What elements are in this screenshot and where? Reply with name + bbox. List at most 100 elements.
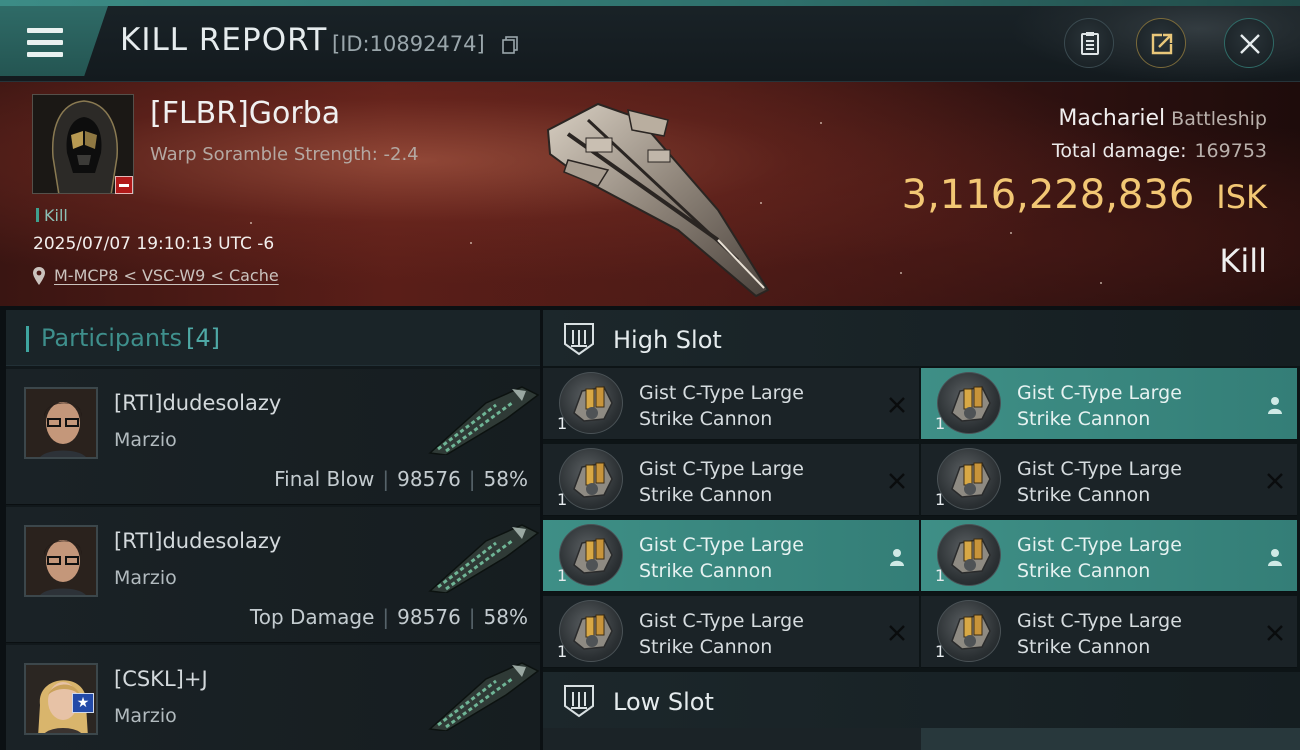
module-item[interactable]: 1 Gist C-Type Large Strike Cannon <box>543 368 919 440</box>
low-slot-icon <box>564 685 594 718</box>
separator: | <box>468 605 476 629</box>
module-item[interactable]: 1 Gist C-Type Large Strike Cannon <box>921 596 1297 668</box>
person-icon[interactable] <box>887 547 907 567</box>
kill-location-link[interactable]: M-MCP8 < VSC-W9 < Cache <box>32 266 279 285</box>
x-icon[interactable] <box>887 471 907 491</box>
module-quantity: 1 <box>935 566 946 585</box>
victim-banner: [FLBR]Gorba Warp Soramble Strength: -2.4… <box>0 82 1300 306</box>
page-title: KILL REPORT <box>120 22 328 58</box>
participant-damage: 98576 <box>397 467 461 491</box>
module-name-line1: Gist C-Type Large <box>1017 534 1182 556</box>
clipboard-button[interactable] <box>1064 18 1114 68</box>
module-name-line1: Gist C-Type Large <box>1017 458 1182 480</box>
low-slot-module-row-peek[interactable] <box>543 728 1300 750</box>
kill-timestamp: 2025/07/07 19:10:13 UTC -6 <box>33 234 275 254</box>
share-button[interactable] <box>1136 18 1186 68</box>
close-icon <box>1240 34 1260 54</box>
participant-name[interactable]: [RTI]dudesolazy <box>114 391 281 415</box>
top-bar: KILL REPORT [ID:10892474] <box>0 0 1300 82</box>
participant-damage: 98576 <box>397 605 461 629</box>
cannon-module-icon <box>937 600 1001 662</box>
victim-ship-image <box>546 102 770 298</box>
participant-ship-image <box>428 524 540 593</box>
module-name-line1: Gist C-Type Large <box>1017 610 1182 632</box>
module-quantity: 1 <box>935 490 946 509</box>
participant-role: Final Blow <box>274 467 375 491</box>
module-name: Gist C-Type Large Strike Cannon <box>639 380 804 432</box>
report-id: [ID:10892474] <box>332 32 485 56</box>
participant-row[interactable]: [RTI]dudesolazy Marzio Top Damage | 98576 |… <box>6 507 540 643</box>
star-icon: ★ <box>72 693 94 713</box>
module-item[interactable]: 1 Gist C-Type Large Strike Cannon <box>921 520 1297 592</box>
victim-ship-line: Machariel Battleship <box>1058 106 1267 131</box>
module-item[interactable]: 1 Gist C-Type Large Strike Cannon <box>543 596 919 668</box>
participants-title: Participants <box>41 324 182 352</box>
module-item[interactable]: 1 Gist C-Type Large Strike Cannon <box>543 520 919 592</box>
module-name-line1: Gist C-Type Large <box>639 534 804 556</box>
participants-count: [4] <box>186 324 220 352</box>
low-slot-title: Low Slot <box>613 688 714 716</box>
module-quantity: 1 <box>557 642 568 661</box>
participant-avatar[interactable] <box>24 387 98 459</box>
cannon-module-icon <box>559 448 623 510</box>
hostile-standing-badge <box>115 176 133 194</box>
total-damage-label: Total damage: <box>1052 140 1187 162</box>
high-slot-header: High Slot <box>543 310 1300 366</box>
person-icon[interactable] <box>1265 547 1285 567</box>
module-item[interactable]: 1 Gist C-Type Large Strike Cannon <box>543 444 919 516</box>
cannon-module-icon <box>937 524 1001 586</box>
isk-amount: 3,116,228,836 <box>901 172 1195 218</box>
module-quantity: 1 <box>557 490 568 509</box>
menu-tab[interactable] <box>0 6 108 76</box>
participant-name[interactable]: [RTI]dudesolazy <box>114 529 281 553</box>
module-name-line2: Strike Cannon <box>1017 560 1151 582</box>
kill-tag: Kill <box>36 206 68 225</box>
x-icon[interactable] <box>1265 471 1285 491</box>
kill-result: Kill <box>1219 242 1267 280</box>
participant-stat-line: Final Blow | 98576 | 58% <box>274 467 528 491</box>
participant-avatar[interactable] <box>24 525 98 597</box>
participant-row[interactable]: [RTI]dudesolazy Marzio Final Blow | 98576 |… <box>6 369 540 505</box>
x-icon[interactable] <box>887 395 907 415</box>
copy-icon[interactable] <box>502 36 518 54</box>
close-button[interactable] <box>1224 18 1274 68</box>
x-icon[interactable] <box>1265 623 1285 643</box>
module-name-line1: Gist C-Type Large <box>639 458 804 480</box>
participant-percent: 58% <box>483 605 528 629</box>
module-name-line2: Strike Cannon <box>1017 636 1151 658</box>
hamburger-menu-icon[interactable] <box>27 28 63 58</box>
victim-ship-class: Battleship <box>1171 108 1267 130</box>
victim-ship-name[interactable]: Machariel <box>1058 106 1165 131</box>
isk-unit: ISK <box>1216 178 1267 216</box>
total-damage-value: 169753 <box>1194 140 1267 162</box>
participant-row[interactable]: ★ [CSKL]+J Marzio <box>6 645 540 750</box>
total-damage-line: Total damage: 169753 <box>1052 140 1267 162</box>
module-name: Gist C-Type Large Strike Cannon <box>1017 608 1182 660</box>
low-slot-header: Low Slot <box>543 672 1300 728</box>
module-name: Gist C-Type Large Strike Cannon <box>639 532 804 584</box>
module-name-line1: Gist C-Type Large <box>1017 382 1182 404</box>
participant-role: Top Damage <box>249 605 375 629</box>
victim-name[interactable]: [FLBR]Gorba <box>150 96 340 131</box>
header-accent-bar <box>26 326 29 352</box>
fitting-panel: High Slot 1 Gist C-Type Large Strike Canno… <box>543 310 1300 750</box>
module-name-line2: Strike Cannon <box>639 636 773 658</box>
module-item[interactable]: 1 Gist C-Type Large Strike Cannon <box>921 368 1297 440</box>
module-quantity: 1 <box>557 414 568 433</box>
participant-stat-line: Top Damage | 98576 | 58% <box>250 605 528 629</box>
participant-ship: Marzio <box>114 429 177 451</box>
isk-value-line: 3,116,228,836 ISK <box>902 172 1267 218</box>
participants-panel: Participants [4] [RTI]dudesolazy Marzio … <box>6 310 540 750</box>
separator: | <box>382 467 390 491</box>
module-name: Gist C-Type Large Strike Cannon <box>1017 532 1182 584</box>
cannon-module-icon <box>937 372 1001 434</box>
participant-ship-image <box>428 386 540 455</box>
module-item[interactable]: 1 Gist C-Type Large Strike Cannon <box>921 444 1297 516</box>
warp-scramble-strength: Warp Soramble Strength: -2.4 <box>150 144 419 165</box>
clipboard-icon <box>1081 32 1099 55</box>
participant-ship: Marzio <box>114 567 177 589</box>
x-icon[interactable] <box>887 623 907 643</box>
cannon-module-icon <box>937 448 1001 510</box>
person-icon[interactable] <box>1265 395 1285 415</box>
participant-name[interactable]: [CSKL]+J <box>114 667 208 691</box>
